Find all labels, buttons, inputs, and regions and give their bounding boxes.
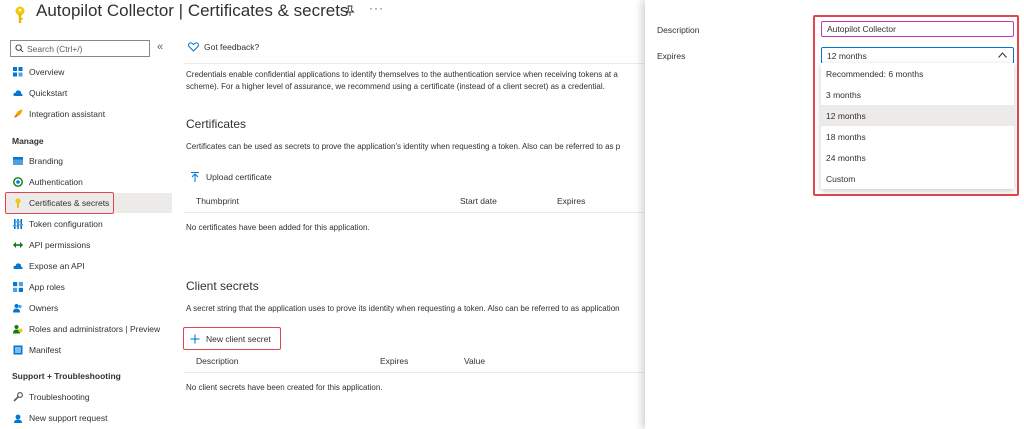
manifest-icon [13, 345, 23, 355]
option-recommended-6-months[interactable]: Recommended: 6 months [821, 63, 1014, 84]
page-title: Autopilot Collector | Certificates & sec… [36, 1, 349, 20]
sidebar-item-label: Owners [29, 303, 59, 313]
sidebar-item-label: New support request [29, 413, 108, 423]
sidebar-item-label: Overview [29, 67, 65, 77]
upload-certificate-button[interactable]: Upload certificate [190, 172, 272, 182]
sidebar: Search (Ctrl+/) « Overview Quickstart In… [0, 30, 172, 429]
sidebar-item-label: Expose an API [29, 261, 85, 271]
roles-icon [13, 325, 23, 334]
sidebar-item-owners[interactable]: Owners [6, 298, 172, 318]
upload-certificate-label: Upload certificate [206, 172, 272, 182]
section-manage: Manage [12, 136, 44, 146]
expires-dropdown-list: Recommended: 6 months 3 months 12 months… [821, 63, 1014, 189]
sidebar-item-overview[interactable]: Overview [6, 62, 172, 82]
cloud-icon [13, 90, 23, 96]
collapse-sidebar-icon[interactable]: « [157, 41, 163, 53]
sidebar-item-quickstart[interactable]: Quickstart [6, 83, 172, 103]
divider [184, 212, 645, 213]
intro-line: scheme). For a higher level of assurance… [186, 82, 605, 91]
expires-select[interactable]: 12 months [821, 47, 1014, 64]
expires-select-value: 12 months [827, 50, 867, 61]
feedback-link[interactable]: Got feedback? [188, 42, 259, 52]
sidebar-item-roles-administrators[interactable]: Roles and administrators | Preview [6, 319, 172, 339]
description-label: Description [657, 25, 700, 35]
wrench-icon [13, 392, 23, 402]
search-placeholder: Search (Ctrl+/) [27, 43, 83, 54]
column-header-description[interactable]: Description [196, 356, 239, 366]
authentication-icon [13, 177, 23, 187]
divider [184, 372, 645, 373]
sidebar-item-integration-assistant[interactable]: Integration assistant [6, 104, 172, 124]
sidebar-item-label: Roles and administrators | Preview [29, 324, 161, 334]
token-icon [13, 219, 23, 229]
sidebar-item-label: API permissions [29, 240, 91, 250]
intro-line: Credentials enable confidential applicat… [186, 70, 618, 79]
pin-icon[interactable] [345, 5, 355, 17]
search-icon [15, 44, 24, 53]
sidebar-item-label: App roles [29, 282, 65, 292]
new-client-secret-button[interactable]: New client secret [190, 334, 271, 344]
feedback-label: Got feedback? [204, 42, 260, 52]
selection-highlight [5, 192, 114, 214]
branding-icon [13, 157, 23, 165]
sidebar-item-troubleshooting[interactable]: Troubleshooting [6, 387, 172, 407]
certificates-heading: Certificates [186, 117, 247, 131]
sidebar-item-label: Troubleshooting [29, 392, 90, 402]
support-icon [14, 414, 22, 423]
option-12-months[interactable]: 12 months [821, 105, 1014, 126]
certificates-empty-message: No certificates have been added for this… [186, 223, 370, 232]
sidebar-item-label: Quickstart [29, 88, 68, 98]
column-header-expires[interactable]: Expires [557, 196, 585, 206]
plus-icon [190, 334, 200, 344]
sidebar-item-label: Authentication [29, 177, 83, 187]
sidebar-item-new-support-request[interactable]: New support request [6, 408, 172, 428]
sidebar-item-authentication[interactable]: Authentication [6, 172, 172, 192]
chevron-up-icon [998, 52, 1007, 58]
sidebar-item-label: Manifest [29, 345, 62, 355]
column-header-expires[interactable]: Expires [380, 356, 408, 366]
client-secrets-empty-message: No client secrets have been created for … [186, 383, 383, 392]
app-roles-icon [13, 282, 23, 292]
key-icon [15, 6, 25, 23]
sidebar-item-manifest[interactable]: Manifest [6, 340, 172, 360]
option-custom[interactable]: Custom [821, 168, 1014, 189]
new-client-secret-label: New client secret [206, 334, 271, 344]
client-secrets-description: A secret string that the application use… [186, 304, 620, 313]
heart-icon [188, 42, 199, 52]
option-3-months[interactable]: 3 months [821, 84, 1014, 105]
cloud-icon [13, 263, 23, 269]
sidebar-item-app-roles[interactable]: App roles [6, 277, 172, 297]
add-client-secret-panel: Description Expires Autopilot Collector … [645, 0, 1024, 429]
option-18-months[interactable]: 18 months [821, 126, 1014, 147]
sidebar-item-api-permissions[interactable]: API permissions [6, 235, 172, 255]
certificates-description: Certificates can be used as secrets to p… [186, 142, 621, 151]
divider [184, 63, 645, 64]
section-support-troubleshooting: Support + Troubleshooting [12, 371, 121, 381]
sidebar-item-expose-api[interactable]: Expose an API [6, 256, 172, 276]
description-input-value: Autopilot Collector [827, 24, 896, 34]
sidebar-item-label: Branding [29, 156, 64, 166]
column-header-value[interactable]: Value [464, 356, 485, 366]
page-header: Autopilot Collector | Certificates & sec… [0, 0, 645, 30]
column-header-thumbprint[interactable]: Thumbprint [196, 196, 239, 206]
sidebar-item-branding[interactable]: Branding [6, 151, 172, 171]
permissions-icon [13, 242, 23, 248]
column-header-start-date[interactable]: Start date [460, 196, 497, 206]
owners-icon [13, 304, 22, 313]
upload-icon [191, 172, 199, 182]
main-content: Got feedback? Credentials enable confide… [176, 30, 645, 429]
intro-text: Credentials enable confidential applicat… [186, 69, 645, 93]
rocket-icon [14, 109, 23, 118]
sidebar-item-certificates-secrets[interactable]: Certificates & secrets [5, 192, 172, 214]
sidebar-item-label: Token configuration [29, 219, 103, 229]
description-input[interactable]: Autopilot Collector [821, 21, 1014, 37]
grid-icon [13, 67, 23, 77]
client-secrets-heading: Client secrets [186, 279, 259, 293]
more-icon[interactable]: ··· [369, 1, 384, 15]
expires-label: Expires [657, 51, 686, 61]
option-24-months[interactable]: 24 months [821, 147, 1014, 168]
sidebar-item-label: Integration assistant [29, 109, 106, 119]
search-input[interactable]: Search (Ctrl+/) [10, 40, 150, 57]
sidebar-item-token-configuration[interactable]: Token configuration [6, 214, 172, 234]
